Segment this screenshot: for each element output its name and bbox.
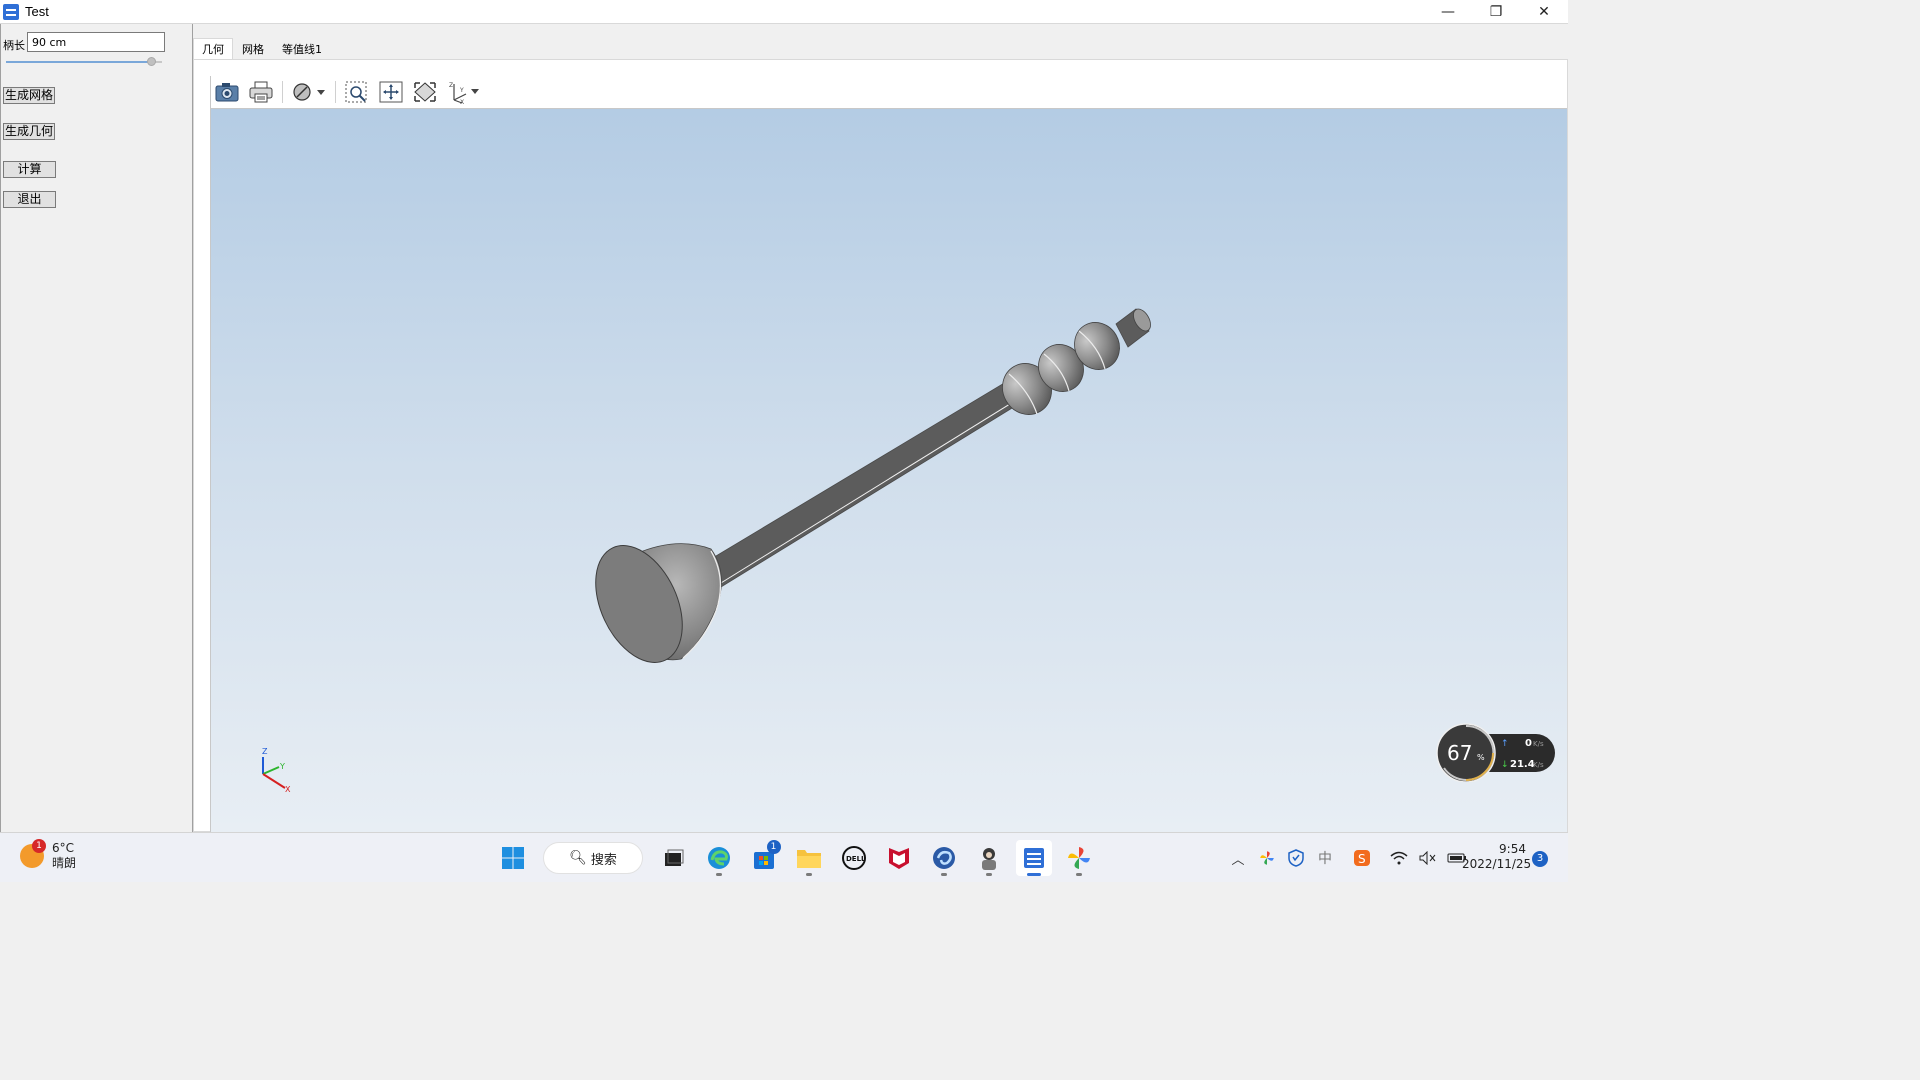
mcafee-icon[interactable] [881, 840, 917, 876]
dell-icon[interactable]: DELL [836, 840, 872, 876]
weather-badge: 1 [32, 839, 46, 853]
camera-icon[interactable] [214, 79, 240, 105]
tab-content: Z Y X Z Y X [193, 59, 1568, 832]
tab-geometry[interactable]: 几何 [193, 38, 233, 60]
pan-icon[interactable] [378, 79, 404, 105]
volume-muted-icon[interactable] [1416, 846, 1440, 870]
upload-unit: K/s [1533, 740, 1544, 748]
length-input[interactable] [27, 32, 165, 52]
length-slider-thumb[interactable] [147, 57, 156, 66]
svg-text:DELL: DELL [846, 855, 866, 863]
maximize-button[interactable]: ❐ [1472, 0, 1520, 24]
main-panel: 几何 网格 等值线1 Z Y X Z Y X [193, 24, 1568, 832]
svg-text:S: S [1358, 852, 1366, 866]
window-controls: — ❐ ✕ [1424, 0, 1568, 24]
exit-button[interactable]: 退出 [3, 191, 56, 208]
axis-label-y: Y [279, 762, 285, 771]
fit-view-icon[interactable] [412, 79, 438, 105]
axis-label-x: X [285, 785, 291, 794]
edge-icon[interactable] [701, 840, 737, 876]
toolbar-separator [335, 81, 336, 103]
tab-bar: 几何 网格 等值线1 [193, 38, 331, 60]
length-label: 柄长 [3, 39, 25, 52]
svg-text:Z: Z [449, 82, 453, 89]
window-title: Test [25, 4, 49, 19]
pinwheel-app-icon[interactable] [1061, 840, 1097, 876]
svg-text:X: X [460, 99, 464, 104]
title-bar: Test — ❐ ✕ [0, 0, 1568, 24]
axis-triad: Z Y X [262, 747, 291, 794]
character-app-icon[interactable] [971, 840, 1007, 876]
notification-badge[interactable]: 3 [1532, 851, 1548, 867]
clock-date: 2022/11/25 [1462, 857, 1532, 871]
weather-condition: 晴朗 [52, 856, 77, 870]
left-panel: 柄长 生成网格 生成几何 计算 退出 [0, 24, 193, 832]
tab-mesh[interactable]: 网格 [233, 38, 273, 59]
download-unit: K/s [1533, 761, 1544, 769]
test-app-icon[interactable] [1015, 840, 1052, 876]
file-explorer-icon[interactable] [791, 840, 827, 876]
pinwheel-tray-icon[interactable] [1255, 846, 1279, 870]
weather-icon: 1 [20, 839, 46, 868]
print-icon[interactable] [248, 79, 274, 105]
3d-viewer: Z Y X Z Y X [210, 76, 1567, 832]
model-canvas: Z Y X [262, 308, 1151, 794]
clock[interactable]: 9:54 2022/11/25 [1462, 842, 1532, 872]
render-viewport[interactable]: Z Y X [211, 109, 1567, 832]
temperature: 6°C [52, 841, 75, 855]
system-tray: ︿ 中 S [1226, 833, 1474, 883]
start-button[interactable] [495, 840, 531, 876]
search-label: 搜索 [590, 852, 617, 868]
task-view-icon[interactable] [656, 840, 692, 876]
toolbar-separator [282, 81, 283, 103]
swirl-app-icon[interactable] [926, 840, 962, 876]
download-value: 21.4 [1510, 759, 1535, 770]
minimize-button[interactable]: — [1424, 0, 1472, 24]
store-icon[interactable]: 1 [746, 840, 782, 876]
taskbar: 1 6°C 晴朗 🔍︎ 搜索 1 DELL ︿ 中 S 9:54 2022/11… [0, 832, 1568, 882]
shield-icon[interactable] [1284, 846, 1308, 870]
store-badge: 1 [766, 840, 781, 854]
clock-time: 9:54 [1499, 842, 1526, 856]
search-icon: 🔍︎ [569, 850, 587, 866]
taskbar-apps: 🔍︎ 搜索 1 DELL [490, 839, 1101, 877]
svg-text:Y: Y [459, 87, 464, 94]
axis-label-z: Z [262, 747, 268, 756]
download-arrow-icon: ↓ [1501, 760, 1509, 770]
windows-icon [501, 847, 524, 869]
display-mode-icon[interactable] [291, 79, 327, 105]
axes-icon[interactable]: Z Y X [446, 79, 482, 105]
compute-button[interactable]: 计算 [3, 161, 56, 178]
weather-widget[interactable]: 1 6°C 晴朗 [20, 839, 77, 871]
wifi-icon[interactable] [1387, 846, 1411, 870]
input-method-icon[interactable]: 中 [1313, 846, 1337, 870]
upload-value: 0 [1525, 738, 1532, 749]
sogou-icon[interactable]: S [1350, 846, 1374, 870]
viewer-toolbar: Z Y X [211, 76, 1567, 109]
chevron-up-icon[interactable]: ︿ [1226, 846, 1250, 870]
generate-mesh-button[interactable]: 生成网格 [3, 87, 56, 104]
net-speed-widget[interactable]: 67 % ↑ 0 K/s ↓ 21.4 K/s [1435, 722, 1557, 783]
tab-contour[interactable]: 等值线1 [273, 38, 331, 59]
upload-arrow-icon: ↑ [1501, 739, 1509, 749]
taskbar-search[interactable]: 🔍︎ 搜索 [543, 842, 643, 874]
net-percent-unit: % [1477, 753, 1485, 762]
close-button[interactable]: ✕ [1520, 0, 1568, 24]
length-slider-track[interactable] [6, 61, 162, 63]
generate-geometry-button[interactable]: 生成几何 [3, 123, 56, 140]
net-percent: 67 [1447, 741, 1472, 765]
zoom-box-icon[interactable] [344, 79, 370, 105]
app-icon [3, 3, 19, 20]
